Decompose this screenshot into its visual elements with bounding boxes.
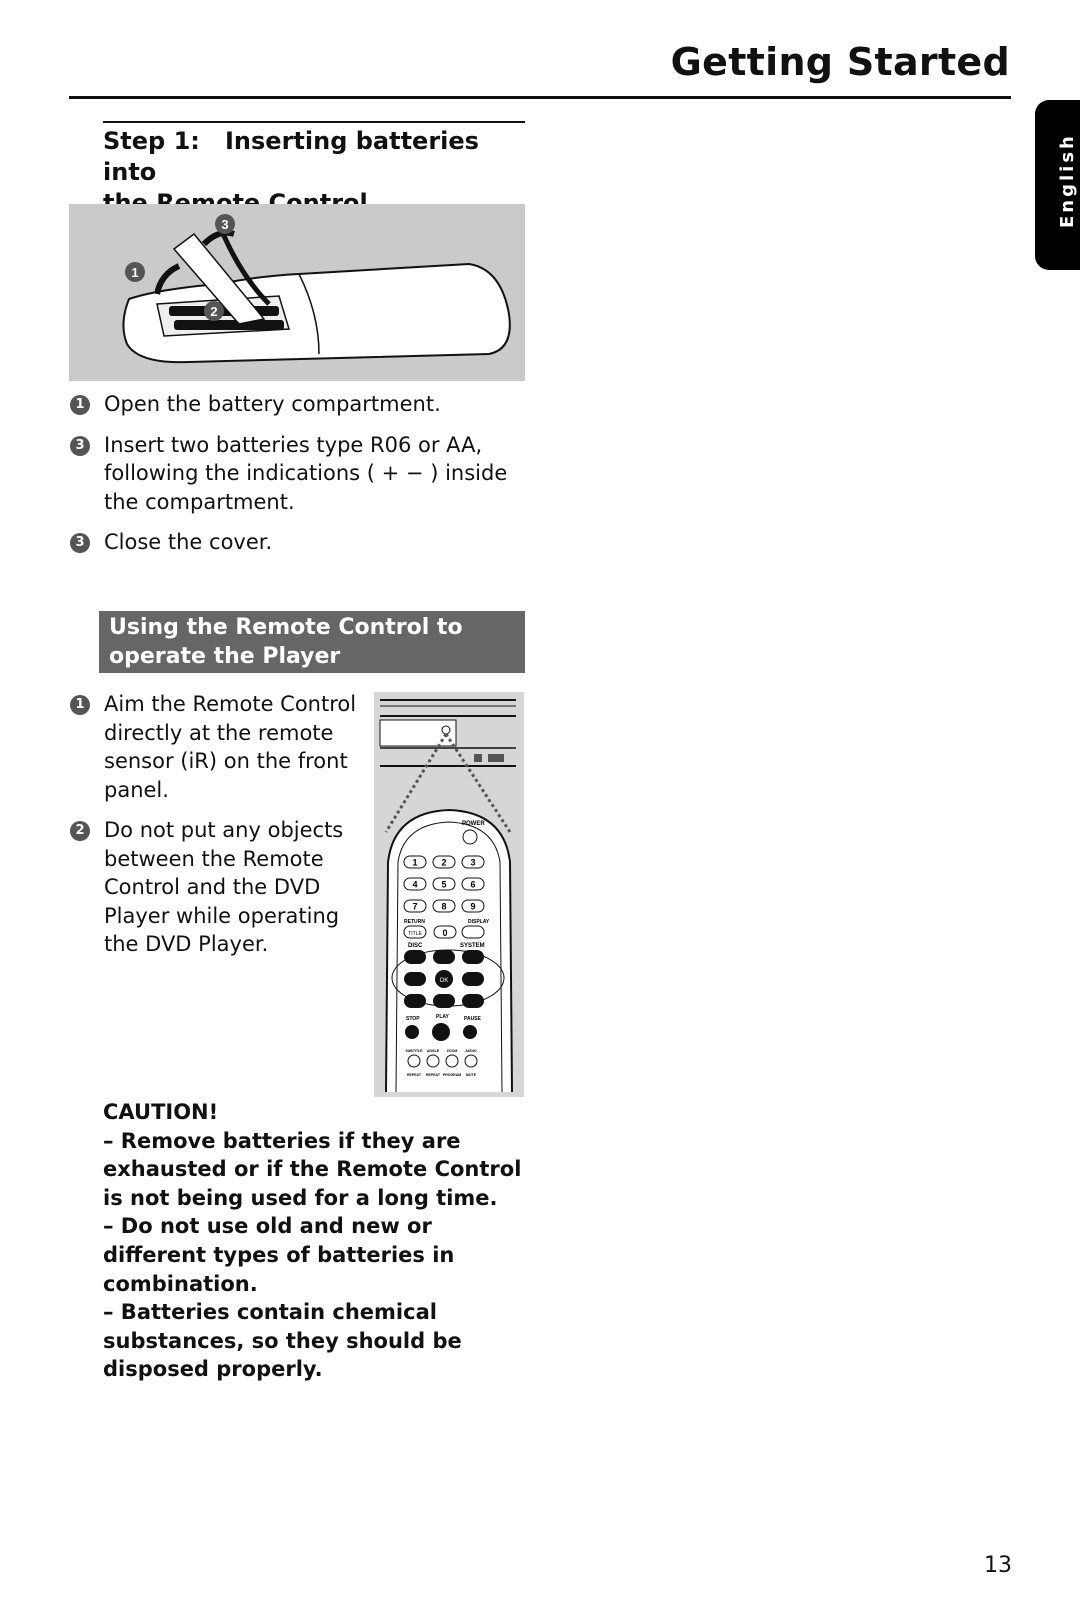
section-heading-line1: Using the Remote Control to <box>109 615 463 640</box>
caution-point: – Do not use old and new or different ty… <box>103 1214 455 1296</box>
function-label: SUBTITLE <box>405 1049 423 1053</box>
system-menu-button <box>462 950 484 964</box>
function-button <box>407 1054 421 1068</box>
stop-label: STOP <box>406 1016 420 1022</box>
caution-box: CAUTION! – Remove batteries if they are … <box>103 1098 533 1384</box>
next-button <box>462 994 484 1008</box>
svg-text:1: 1 <box>131 265 138 280</box>
list-item-text: Open the battery compartment. <box>104 392 441 416</box>
function-sub-label: REPEAT <box>407 1073 422 1077</box>
page-number: 13 <box>984 1553 1012 1578</box>
function-button <box>464 1054 478 1068</box>
header-rule <box>69 96 1011 99</box>
zero-key-label: 0 <box>442 928 447 938</box>
return-label: RETURN <box>404 919 425 925</box>
language-tab-label: English <box>1057 133 1078 228</box>
step-bullet-icon: 1 <box>70 695 90 715</box>
number-key-label: 5 <box>441 880 446 890</box>
section-heading-line2: operate the Player <box>109 644 341 669</box>
function-sub-label: REPEAT <box>426 1073 441 1077</box>
battery-steps-list: 1 Open the battery compartment. 3 Insert… <box>69 390 529 569</box>
caution-point: – Batteries contain chemical substances,… <box>103 1300 462 1382</box>
step-bullet-icon: 3 <box>70 435 90 456</box>
pause-label: PAUSE <box>464 1016 482 1022</box>
function-label: ANGLE <box>427 1049 440 1053</box>
number-key-label: 7 <box>412 902 417 912</box>
disc-label: DISC <box>408 943 423 949</box>
step-bullet-icon: 1 <box>70 395 90 415</box>
remote-drawing: POWER 1 2 3 4 5 6 7 8 9 RETURN DISPLAY TITLE 0 D… <box>379 699 516 1093</box>
disc-menu-button <box>404 950 426 964</box>
previous-button <box>404 994 426 1008</box>
list-item: 1 Aim the Remote Control directly at the… <box>69 690 369 804</box>
step-number: Step 1: <box>103 127 200 155</box>
function-label: ZOOM <box>447 1049 458 1053</box>
number-key-label: 3 <box>470 858 475 868</box>
function-label: AUDIO <box>465 1049 477 1053</box>
number-key-label: 8 <box>441 902 446 912</box>
system-label: SYSTEM <box>460 943 485 949</box>
play-button <box>432 1023 450 1041</box>
page-title: Getting Started <box>670 40 1010 84</box>
list-item: 3 Close the cover. <box>69 528 529 557</box>
power-label: POWER <box>462 821 485 827</box>
number-key-label: 4 <box>412 880 417 890</box>
number-key-label: 6 <box>470 880 475 890</box>
play-label: PLAY <box>436 1014 450 1020</box>
language-tab: English <box>1035 100 1080 270</box>
list-item: 2 Do not put any objects between the Rem… <box>69 816 369 959</box>
step-bullet-icon: 3 <box>70 533 90 553</box>
function-button <box>445 1054 459 1068</box>
up-button <box>433 950 455 964</box>
step-bullet-icon: 2 <box>70 821 90 841</box>
number-key-label: 9 <box>470 902 475 912</box>
list-item-text: Close the cover. <box>104 530 273 554</box>
step-rule <box>103 121 525 123</box>
svg-text:3: 3 <box>221 217 228 232</box>
number-key-label: 1 <box>412 858 417 868</box>
right-button <box>462 972 484 986</box>
number-keypad: 1 2 3 4 5 6 7 8 9 <box>403 855 485 913</box>
title-label: TITLE <box>408 931 422 937</box>
remote-aiming-illustration: POWER 1 2 3 4 5 6 7 8 9 RETURN DISPLAY TITLE 0 D… <box>374 692 524 1097</box>
function-sub-label: MUTE <box>466 1073 477 1077</box>
caution-title: CAUTION! <box>103 1100 219 1124</box>
ir-sensor-icon <box>441 725 451 735</box>
display-label: DISPLAY <box>468 919 490 925</box>
caution-point: – Remove batteries if they are exhausted… <box>103 1128 522 1210</box>
usage-steps-list: 1 Aim the Remote Control directly at the… <box>69 690 369 971</box>
power-icon <box>462 829 478 845</box>
list-item-text: Insert two batteries type R06 or AA, fol… <box>104 432 508 514</box>
battery-illustration: 1 2 3 <box>69 204 525 381</box>
down-button <box>433 994 455 1008</box>
list-item-text: Do not put any objects between the Remot… <box>104 818 344 956</box>
pause-button <box>463 1025 477 1039</box>
number-key-label: 2 <box>441 858 446 868</box>
list-item-text: Aim the Remote Control directly at the r… <box>104 692 357 802</box>
function-sub-label: PROGRAM <box>443 1073 461 1077</box>
list-item: 3 Insert two batteries type R06 or AA, f… <box>69 431 529 517</box>
stop-button <box>405 1025 419 1039</box>
list-item: 1 Open the battery compartment. <box>69 390 529 419</box>
function-button <box>426 1054 440 1068</box>
left-button <box>404 972 426 986</box>
svg-text:2: 2 <box>210 304 217 319</box>
remote-battery-drawing: 1 2 3 <box>122 214 511 364</box>
ok-label: OK <box>440 978 449 984</box>
section-heading: Using the Remote Control to operate the … <box>99 611 525 673</box>
display-button <box>461 925 485 939</box>
